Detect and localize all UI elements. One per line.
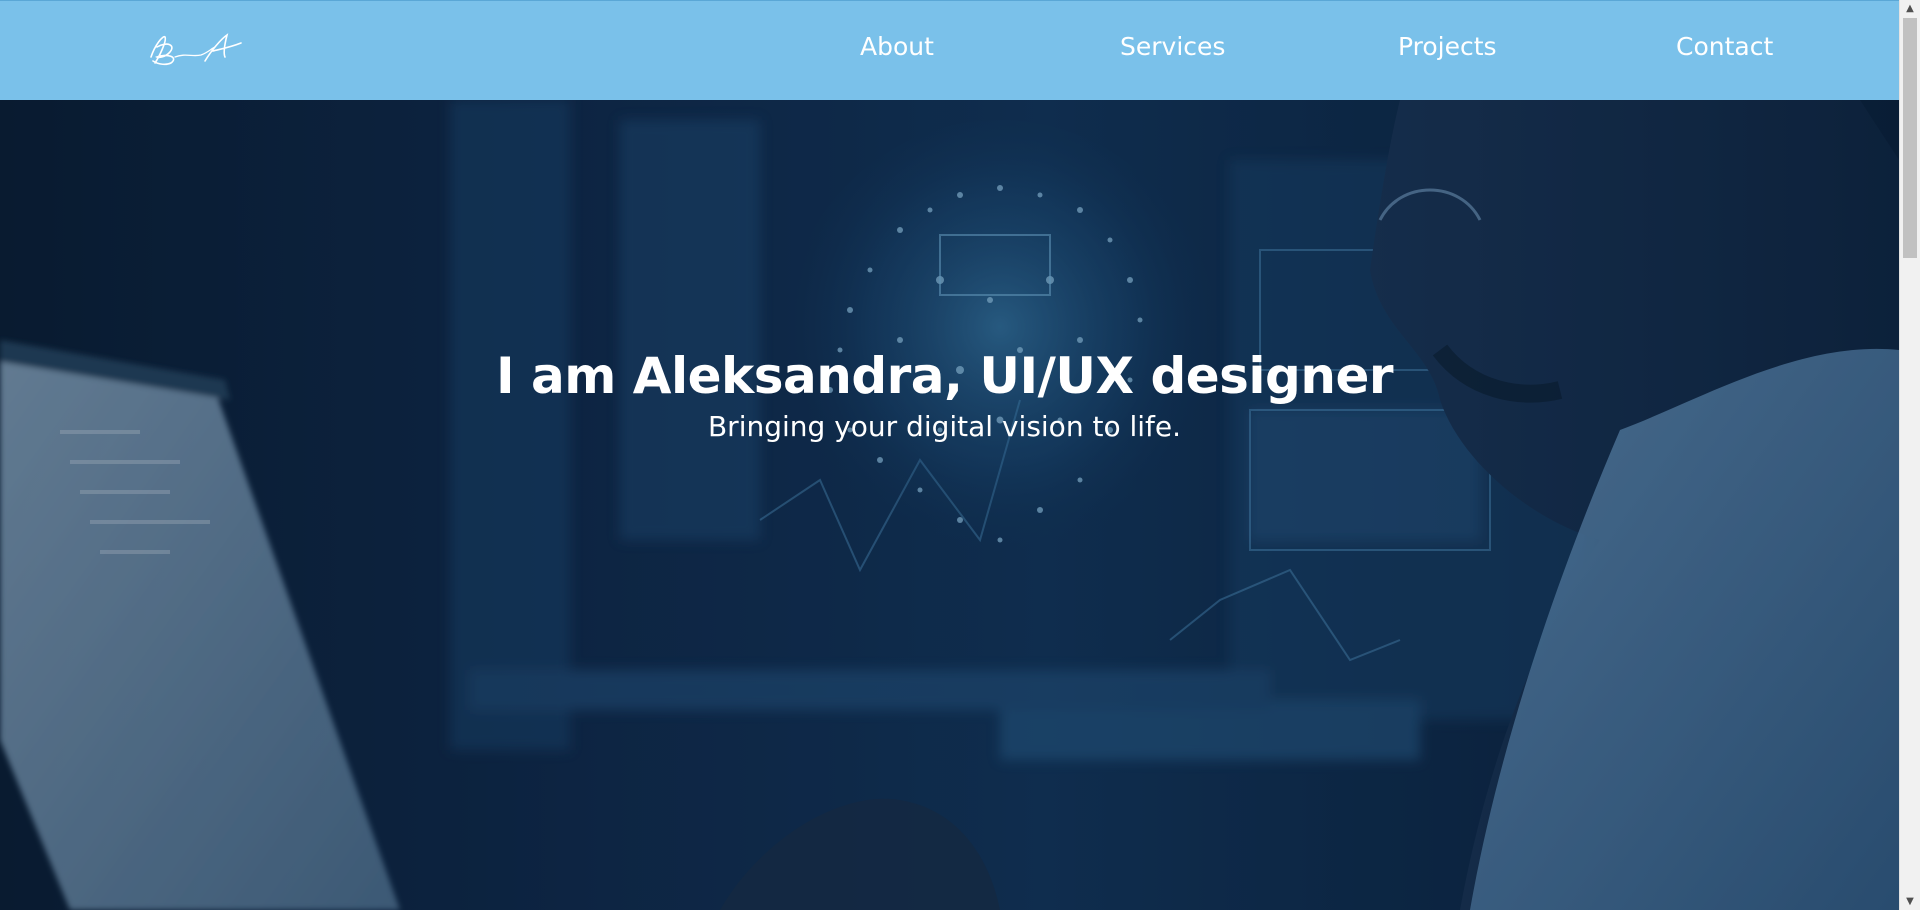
scroll-down-arrow-icon[interactable]: ▼ — [1900, 893, 1920, 910]
logo[interactable] — [145, 27, 245, 71]
hero-section: I am Aleksandra, UI/UX designer Bringing… — [0, 100, 1899, 910]
page: About Services Projects Contact I am Ale… — [0, 0, 1920, 910]
vertical-scrollbar[interactable]: ▲ ▼ — [1899, 0, 1920, 910]
scroll-up-arrow-icon[interactable]: ▲ — [1900, 0, 1920, 17]
hero-title: I am Aleksandra, UI/UX designer — [495, 347, 1394, 405]
logo-signature-icon — [150, 33, 242, 66]
nav-about[interactable]: About — [860, 32, 934, 61]
site-header: About Services Projects Contact — [0, 0, 1899, 100]
hero-overlay — [0, 100, 1899, 910]
hero-subtitle: Bringing your digital vision to life. — [707, 410, 1182, 443]
scrollbar-thumb[interactable] — [1903, 18, 1917, 258]
nav-projects[interactable]: Projects — [1398, 32, 1497, 61]
nav-services[interactable]: Services — [1120, 32, 1225, 61]
nav-contact[interactable]: Contact — [1676, 32, 1773, 61]
